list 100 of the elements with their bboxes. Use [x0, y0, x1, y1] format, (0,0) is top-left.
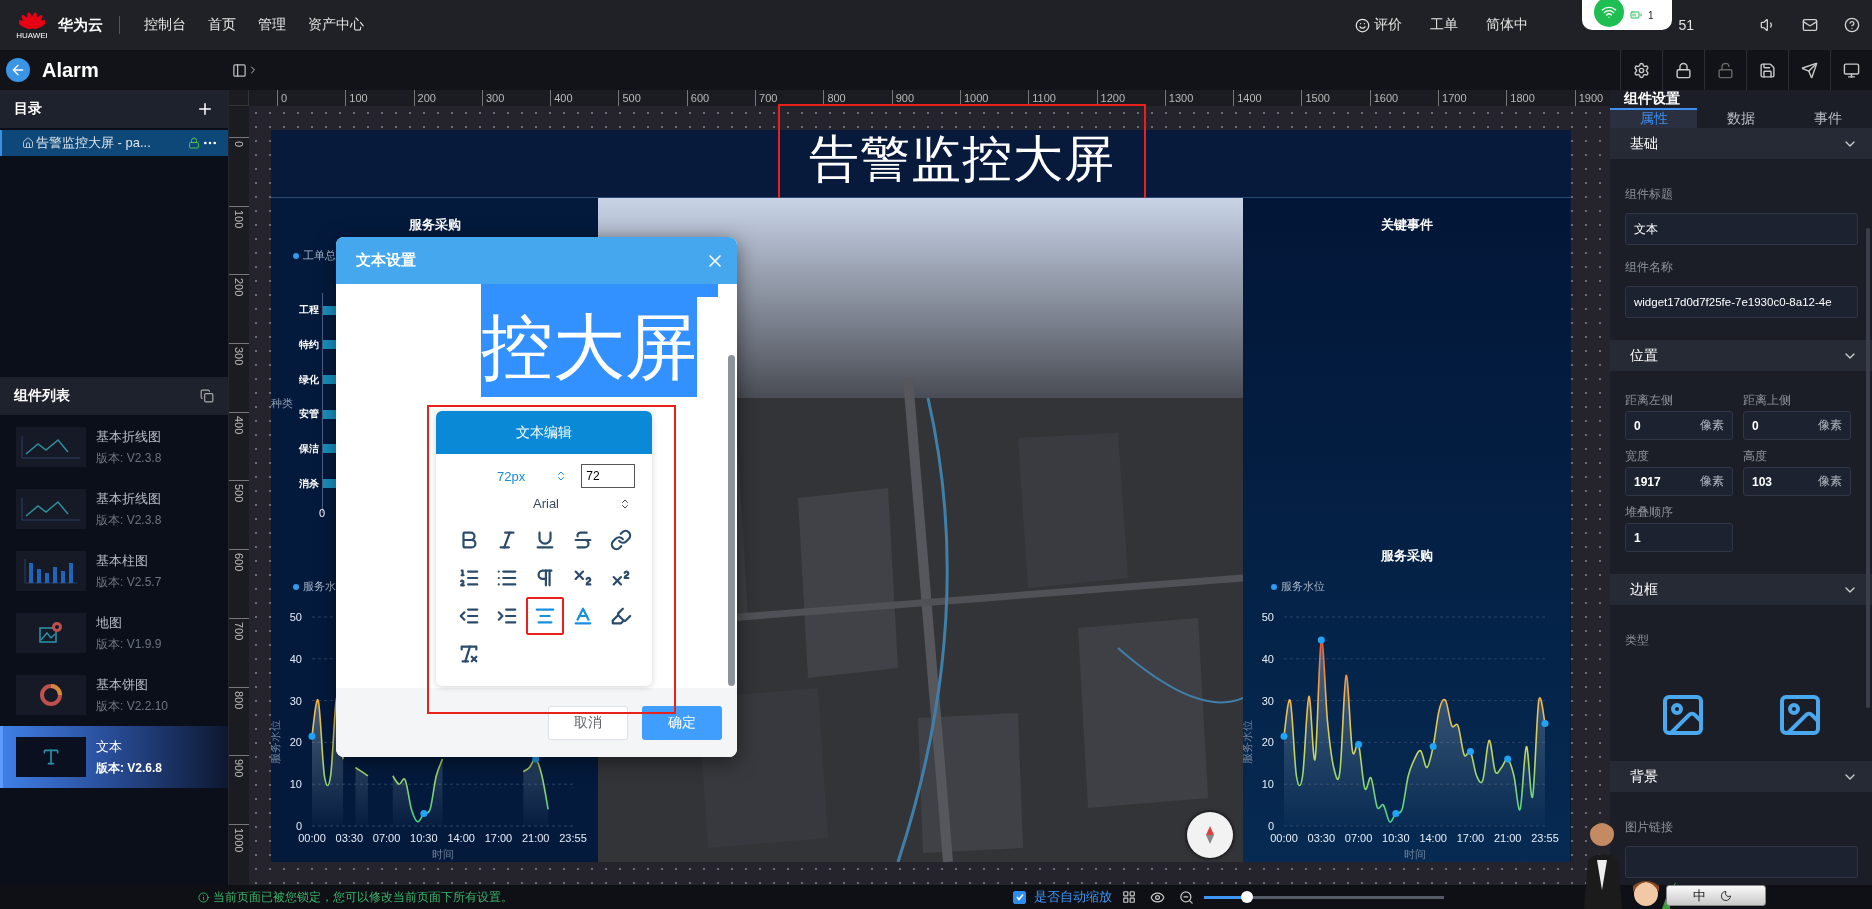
mail-icon[interactable] [1802, 17, 1818, 33]
align-center-button[interactable] [526, 597, 564, 635]
chart-legend: 服务水位 [1271, 579, 1570, 594]
component-name: 地图 [96, 613, 123, 632]
field-label: 组件标题 [1625, 186, 1673, 203]
x-tick-label: 07:00 [372, 832, 401, 844]
input-field[interactable]: 0 像素 [1625, 411, 1733, 440]
y-tick-label: 50 [1261, 611, 1274, 623]
checkbox[interactable] [1013, 890, 1026, 904]
highlighter-icon[interactable] [610, 605, 632, 627]
lock-icon [1675, 61, 1692, 79]
component-name: 基本折线图 [96, 427, 162, 446]
logo-icon [19, 10, 45, 30]
component-item[interactable]: 基本折线图 版本: V2.3.8 [0, 478, 228, 540]
outdent-icon[interactable] [458, 605, 480, 627]
bullet-list-icon[interactable] [496, 567, 518, 589]
panel-icon[interactable] [232, 62, 247, 78]
slider-thumb[interactable] [1241, 890, 1254, 903]
data-point [1317, 636, 1325, 644]
field-label: 组件名称 [1625, 259, 1673, 276]
component-version: 版本: V2.6.8 [96, 759, 163, 777]
x-tick-label: 17:00 [1456, 832, 1485, 844]
field-label: 宽度 [1625, 448, 1649, 465]
y-tick-label: 30 [1261, 694, 1274, 707]
lock-icon[interactable] [188, 137, 200, 149]
input-field[interactable] [1625, 846, 1858, 878]
x-tick-label: 17:00 [484, 832, 513, 844]
text-icon [41, 747, 61, 767]
y-tick-label: 20 [1261, 736, 1274, 749]
component-item[interactable]: 基本饼图 版本: V2.2.10 [0, 664, 228, 726]
checkbox-label: 是否自动缩放 [1034, 888, 1112, 906]
input-field[interactable]: 文本 [1625, 213, 1858, 245]
nav-link[interactable]: 控制台 [144, 16, 186, 34]
components-title: 组件列表 [14, 387, 70, 405]
top-link[interactable]: 简体中 [1486, 16, 1529, 34]
subscript-icon[interactable] [572, 567, 594, 589]
dialog-title: 文本设置 [356, 251, 416, 270]
battery-icon [1630, 9, 1642, 21]
underline-icon[interactable] [534, 529, 556, 551]
x-tick-label: 00:00 [298, 832, 326, 844]
panel-title: 服务采购 [1380, 547, 1433, 565]
ime-toolbar[interactable]: 中 [1666, 885, 1766, 906]
input-field[interactable]: 1 [1625, 523, 1733, 552]
clear-format-icon[interactable] [458, 643, 480, 665]
panel-title: 服务采购 [408, 216, 461, 234]
indent-icon[interactable] [496, 605, 518, 627]
nav-link[interactable]: 资产中心 [308, 16, 364, 34]
component-item[interactable]: 地图 版本: V1.9.9 [0, 602, 228, 664]
grid-icon[interactable] [1122, 890, 1136, 904]
link-icon[interactable] [610, 529, 632, 551]
page-label: 告警监控大屏 - pa... [36, 134, 152, 152]
moon-icon [1720, 889, 1732, 902]
field-label: 距离左侧 [1625, 392, 1673, 409]
component-name: 基本折线图 [96, 489, 162, 508]
nav-link[interactable]: 管理 [258, 16, 286, 34]
component-name: 基本柱图 [96, 551, 149, 570]
align-center-icon[interactable] [534, 605, 556, 627]
component-item[interactable]: 基本折线图 版本: V2.3.8 [0, 416, 228, 478]
unit-label: 像素 [1818, 417, 1842, 434]
input-field[interactable]: widget17d0d7f25fe-7e1930c0-8a12-4e [1625, 286, 1858, 318]
category-label: 消杀 [298, 476, 320, 491]
scrollbar-thumb[interactable] [728, 355, 735, 686]
component-item[interactable]: 文本 版本: V2.6.8 [0, 726, 228, 788]
font-size-select[interactable]: 72px [497, 468, 568, 484]
help-icon[interactable] [1844, 17, 1860, 33]
zoom-out-icon[interactable] [1179, 889, 1194, 905]
numbered-list-icon[interactable] [458, 567, 480, 589]
map-pin-icon [38, 620, 64, 646]
strikethrough-icon[interactable] [572, 529, 594, 551]
section-header[interactable]: 基础 [1610, 128, 1872, 160]
input-field[interactable]: 0 像素 [1743, 411, 1851, 440]
component-item[interactable]: 基本柱图 版本: V2.5.7 [0, 540, 228, 602]
section-header[interactable]: 边框 [1610, 574, 1872, 606]
nav-link[interactable]: 首页 [208, 16, 236, 34]
section-header[interactable]: 背景 [1610, 761, 1872, 793]
text-color-icon[interactable] [572, 605, 594, 627]
back-button[interactable] [6, 58, 30, 82]
tab[interactable]: 属性 [1610, 108, 1698, 128]
eye-icon[interactable] [1150, 889, 1165, 905]
input-field[interactable]: 1917 像素 [1625, 467, 1733, 496]
unit-label: 像素 [1818, 473, 1842, 490]
input-field[interactable]: 103 像素 [1743, 467, 1851, 496]
axis-title: 种类 [271, 395, 294, 411]
top-link[interactable]: 评价 [1355, 16, 1403, 34]
section-title: 基础 [1630, 134, 1658, 153]
y-tick-label: 50 [289, 611, 302, 623]
monitor-icon [1843, 61, 1860, 79]
dashboard-title: 告警监控大屏 [809, 130, 1115, 189]
scrollbar-thumb[interactable] [1866, 228, 1870, 708]
save-icon [1759, 61, 1776, 79]
copy-icon[interactable] [200, 389, 214, 403]
component-version: 版本: V2.3.8 [96, 511, 162, 529]
font-size-input[interactable]: 72 [581, 464, 636, 488]
page-item[interactable]: 告警监控大屏 - pa... [0, 130, 228, 156]
font-select[interactable]: Arial [533, 496, 631, 511]
add-icon[interactable] [196, 100, 214, 118]
superscript-icon[interactable] [610, 567, 632, 589]
cancel-button[interactable]: 取消 [548, 705, 628, 740]
top-link[interactable]: 工单 [1430, 16, 1459, 34]
section-header[interactable]: 位置 [1610, 340, 1872, 372]
